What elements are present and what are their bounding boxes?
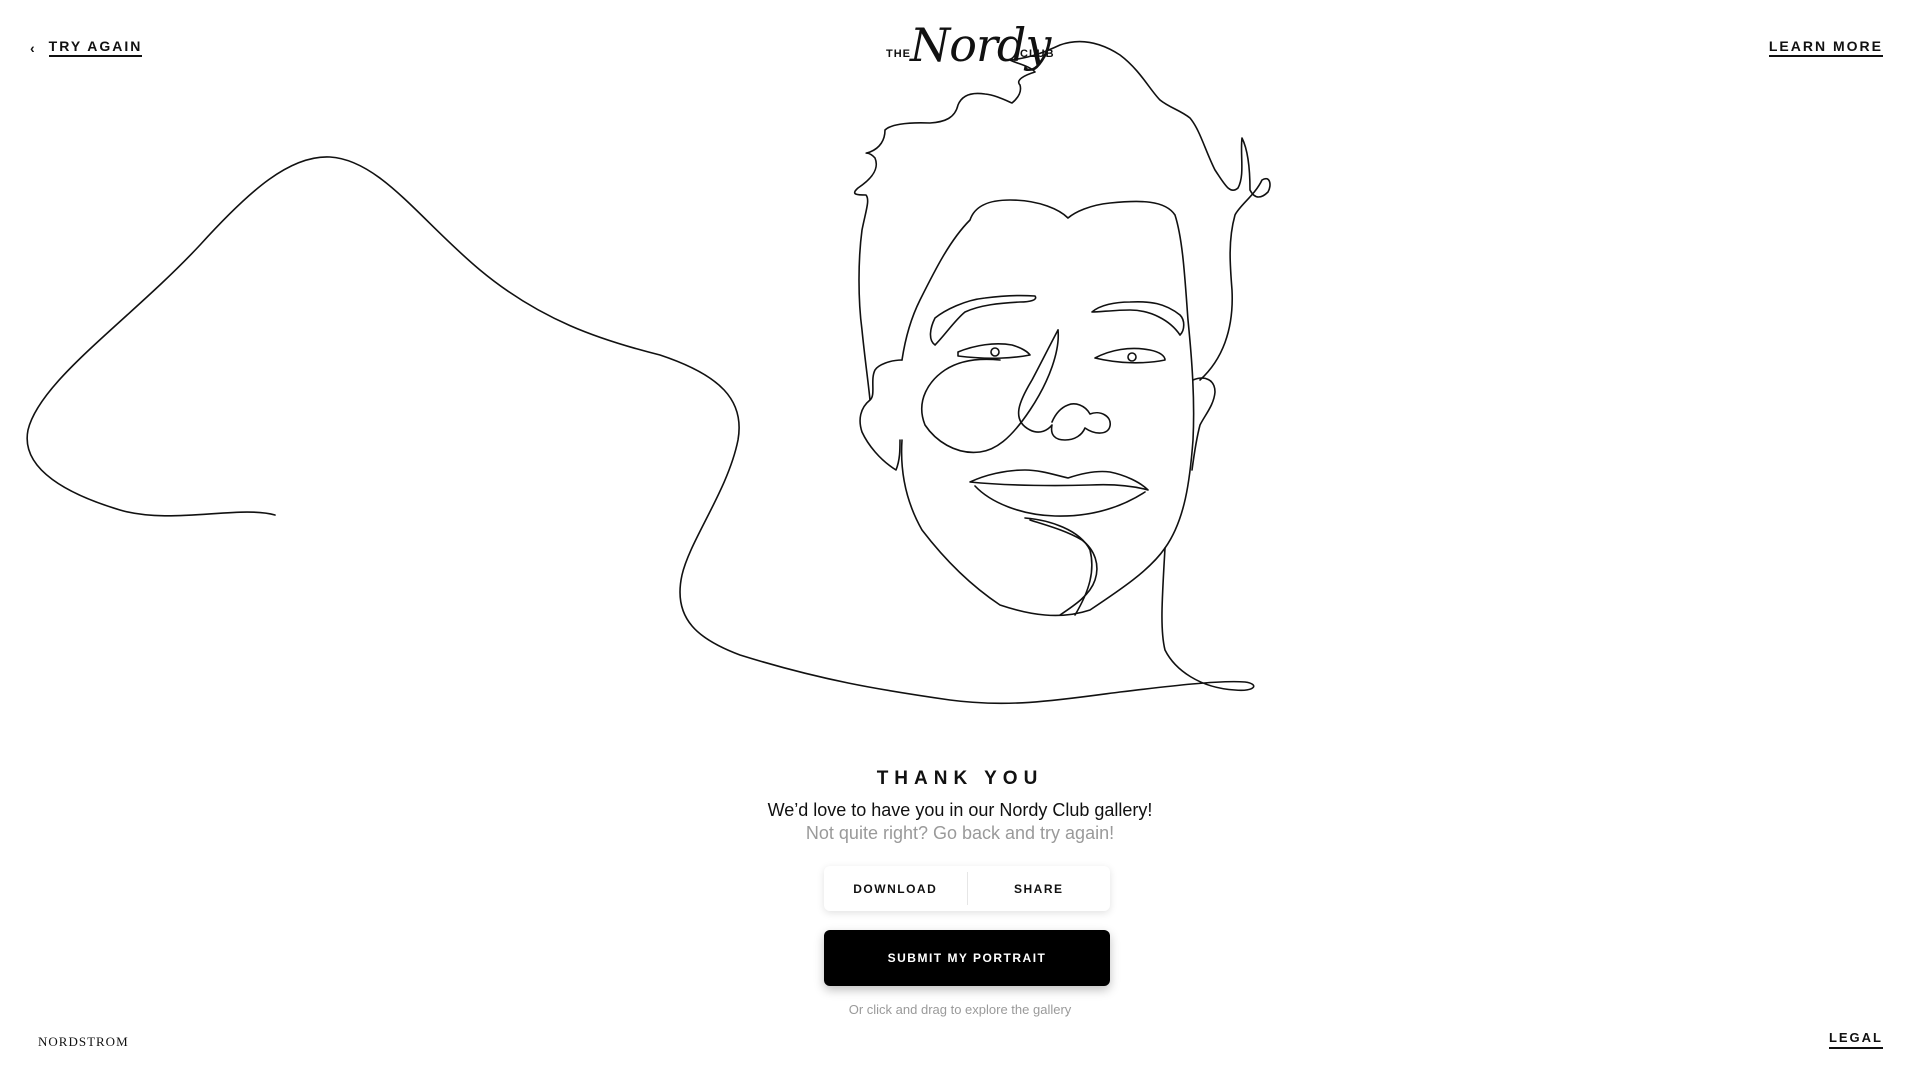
portrait-upper-lip: [969, 469, 1149, 491]
portrait-left-eyebrow: [929, 294, 1037, 346]
portrait-right-eyebrow: [1091, 300, 1185, 336]
download-button[interactable]: DOWNLOAD: [824, 866, 967, 911]
portrait-left-eye: [957, 343, 1031, 360]
portrait-chin: [1029, 519, 1098, 616]
logo-club: CLUB: [1020, 48, 1055, 60]
learn-more-link[interactable]: LEARN MORE: [1768, 38, 1883, 57]
legal-link[interactable]: LEGAL: [1828, 1030, 1883, 1049]
portrait-lower-lip: [974, 485, 1146, 517]
try-again-label: TRY AGAIN: [48, 38, 143, 57]
portrait-flowing-line: [26, 156, 1255, 705]
line-art-portrait[interactable]: [0, 0, 1920, 720]
try-again-link[interactable]: ‹ TRY AGAIN: [30, 38, 143, 57]
share-button[interactable]: SHARE: [968, 866, 1111, 911]
portrait-nose: [1017, 329, 1111, 441]
portrait-neck-line: [1024, 517, 1093, 616]
nordy-club-logo[interactable]: THE Nordy CLUB: [886, 20, 1056, 80]
thank-you-heading: THANK YOU: [876, 768, 1044, 789]
portrait-right-ear: [1191, 377, 1216, 471]
portrait-left-pupil: [990, 347, 1000, 357]
portrait-left-ear: [859, 359, 903, 471]
logo-the: THE: [886, 48, 911, 60]
portrait-face-right: [901, 199, 1195, 549]
portrait-cheek-loop: [920, 329, 1060, 454]
portrait-right-pupil: [1127, 352, 1137, 362]
portrait-right-eye: [1094, 347, 1166, 364]
retry-note: Not quite right? Go back and try again!: [805, 823, 1115, 843]
learn-more-label: LEARN MORE: [1768, 38, 1883, 57]
portrait-jaw: [900, 439, 1166, 617]
portrait-actions: DOWNLOAD SHARE: [824, 866, 1110, 911]
chevron-left-icon: ‹: [30, 39, 37, 56]
explore-gallery-hint: Or click and drag to explore the gallery: [848, 1002, 1072, 1017]
portrait-hair: [853, 40, 1271, 401]
page: ‹ TRY AGAIN LEARN MORE THE Nordy CLUB TH…: [0, 0, 1920, 1080]
gallery-message: We’d love to have you in our Nordy Club …: [767, 800, 1153, 820]
nordstrom-brand[interactable]: NORDSTROM: [38, 1034, 129, 1050]
submit-portrait-button[interactable]: SUBMIT MY PORTRAIT: [824, 930, 1110, 986]
logo-script: Nordy: [910, 18, 1051, 72]
